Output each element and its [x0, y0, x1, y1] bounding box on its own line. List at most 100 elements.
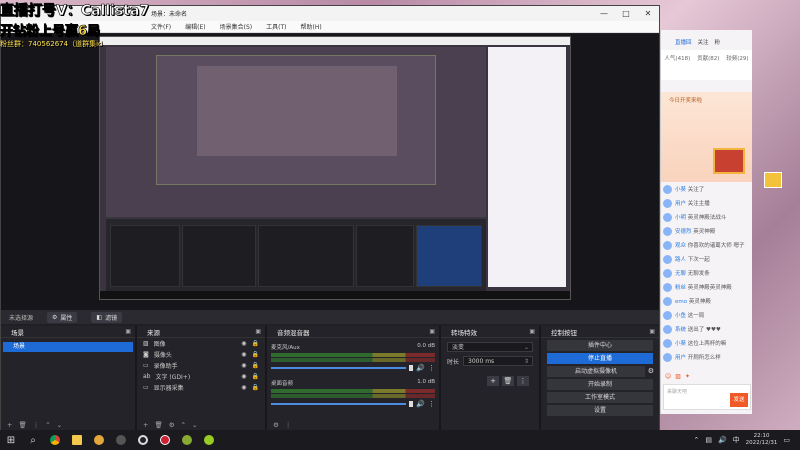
gift-icon[interactable]: ✦ [685, 373, 690, 380]
source-item[interactable]: ◙ 摄像头 ◉ 🔒 [137, 349, 265, 360]
transition-select[interactable]: 淡变 ⌄ [447, 342, 533, 352]
network-icon[interactable]: ▤ [705, 436, 712, 444]
properties-button[interactable]: ⚙ 属性 [47, 311, 78, 323]
search-icon[interactable]: ⌕ [22, 430, 44, 450]
chat-input[interactable]: 来聊天吧 发送 [663, 384, 751, 410]
obs-icon[interactable] [132, 430, 154, 450]
popout-icon[interactable]: ▣ [125, 328, 131, 335]
gear-icon[interactable]: ⚙ [648, 366, 654, 377]
menu-help[interactable]: 帮助(H) [300, 22, 321, 31]
image-icon[interactable]: ▨ [675, 373, 681, 380]
chat-user[interactable]: 安德烈 [675, 229, 692, 235]
subtab-frequency[interactable]: 较频(29) [726, 54, 748, 62]
chat-user[interactable]: 路人 [675, 257, 686, 263]
lock-icon[interactable]: 🔒 [252, 362, 259, 369]
subtab-contribution[interactable]: 贡献(82) [697, 54, 719, 62]
scene-item[interactable]: 场景 [3, 342, 133, 352]
chat-user[interactable]: 观众 [675, 243, 686, 249]
remove-icon[interactable]: 🗑 [18, 421, 26, 429]
gear-icon[interactable]: ⚙ [169, 421, 175, 429]
menu-tools[interactable]: 工具(T) [266, 22, 286, 31]
more-icon[interactable]: ⋮ [33, 421, 40, 429]
eye-icon[interactable]: ◉ [241, 373, 246, 380]
send-button[interactable]: 发送 [730, 393, 748, 407]
up-icon[interactable]: ⌃ [181, 421, 186, 429]
close-icon[interactable]: ✕ [637, 6, 659, 21]
chat-user[interactable]: 无聊 [675, 271, 686, 277]
volume-slider[interactable] [271, 367, 407, 369]
remove-icon[interactable]: 🗑 [154, 421, 162, 429]
more-icon[interactable]: ⋮ [428, 400, 435, 408]
eye-icon[interactable]: ◉ [241, 362, 246, 369]
gear-icon[interactable]: ⚙ [273, 421, 279, 429]
duration-input[interactable]: 3000 ms ⇕ [463, 356, 533, 366]
record-app-icon[interactable] [154, 430, 176, 450]
chat-user[interactable]: 系统 [675, 327, 686, 333]
speaker-icon[interactable]: 🔊 [416, 400, 425, 408]
remove-icon[interactable]: 🗑 [502, 376, 514, 386]
clock[interactable]: 22:10 2022/12/31 [746, 433, 778, 447]
start-recording-button[interactable]: 开始录制 [547, 379, 653, 390]
add-icon[interactable]: + [487, 376, 499, 386]
popout-icon[interactable]: ▣ [429, 328, 435, 335]
preview-canvas[interactable] [1, 34, 659, 310]
chevron-up-icon[interactable]: ⌃ [693, 436, 699, 444]
tab-fans[interactable]: 粉 [715, 38, 721, 48]
lock-icon[interactable]: 🔒 [252, 351, 259, 358]
chat-user[interactable]: 小明 [675, 215, 686, 221]
chat-user[interactable]: 粉丝 [675, 285, 686, 291]
down-icon[interactable]: ⌄ [192, 421, 197, 429]
source-item[interactable]: ▭ 录像助手 ◉ 🔒 [137, 360, 265, 371]
popout-icon[interactable]: ▣ [649, 328, 655, 335]
emoji-icon[interactable]: ☺ [665, 373, 671, 380]
chat-user[interactable]: 小鱼 [675, 313, 686, 319]
tab-follow[interactable]: 关注 [698, 38, 709, 48]
lock-icon[interactable]: 🔒 [252, 340, 259, 347]
live-app-icon[interactable] [198, 430, 220, 450]
more-icon[interactable]: ⋮ [285, 421, 292, 429]
app-icon[interactable] [110, 430, 132, 450]
virtual-camera-button[interactable]: 启动虚拟摄像机 ⚙ [547, 366, 654, 377]
file-explorer-icon[interactable] [66, 430, 88, 450]
slider-handle[interactable] [409, 365, 414, 371]
studio-mode-button[interactable]: 工作室模式 [547, 392, 653, 403]
chat-user[interactable]: 小葵 [675, 187, 686, 193]
volume-icon[interactable]: 🔊 [718, 436, 727, 444]
chat-user[interactable]: 用户 [675, 201, 686, 207]
stop-streaming-button[interactable]: 停止直播 [547, 353, 653, 364]
slider-handle[interactable] [409, 401, 414, 407]
add-icon[interactable]: + [7, 421, 12, 429]
popout-icon[interactable]: ▣ [255, 328, 261, 335]
chat-user[interactable]: 用户 [675, 355, 686, 361]
chat-user[interactable]: 小葵 [675, 341, 686, 347]
plugin-center-button[interactable]: 插件中心 [547, 340, 653, 351]
stepper-icon[interactable]: ⇕ [524, 357, 532, 365]
popout-icon[interactable]: ▣ [529, 328, 535, 335]
add-icon[interactable]: + [143, 421, 148, 429]
notification-icon[interactable]: ▭ [783, 436, 790, 444]
source-item[interactable]: ▨ 图像 ◉ 🔒 [137, 338, 265, 349]
source-item[interactable]: ▭ 显示器采集 ◉ 🔒 [137, 382, 265, 393]
source-item[interactable]: ab 文字 (GDI+) ◉ 🔒 [137, 371, 265, 382]
lock-icon[interactable]: 🔒 [252, 373, 259, 380]
menu-edit[interactable]: 编辑(E) [185, 22, 205, 31]
eye-icon[interactable]: ◉ [241, 351, 246, 358]
minimize-icon[interactable]: — [593, 6, 615, 21]
windows-start-icon[interactable]: ⊞ [0, 430, 22, 450]
maximize-icon[interactable]: □ [615, 6, 637, 21]
tab-live[interactable]: 直播回 [675, 38, 692, 48]
menu-scene-collection[interactable]: 场景集合(S) [220, 22, 253, 31]
down-icon[interactable]: ⌄ [57, 421, 62, 429]
volume-slider[interactable] [271, 403, 407, 405]
subtab-popularity[interactable]: 人气(418) [664, 54, 690, 62]
desktop-shortcut-icon[interactable] [764, 172, 782, 188]
settings-button[interactable]: 设置 [547, 405, 653, 416]
filters-button[interactable]: ◧ 滤镜 [91, 311, 123, 323]
speaker-icon[interactable]: 🔊 [416, 364, 425, 372]
lock-icon[interactable]: 🔒 [252, 384, 259, 391]
eye-icon[interactable]: ◉ [241, 340, 246, 347]
promo-banner[interactable]: 今日开奖来啦 [661, 92, 752, 182]
menu-file[interactable]: 文件(F) [151, 22, 171, 31]
eye-icon[interactable]: ◉ [241, 384, 246, 391]
chat-user[interactable]: emo [675, 299, 687, 305]
